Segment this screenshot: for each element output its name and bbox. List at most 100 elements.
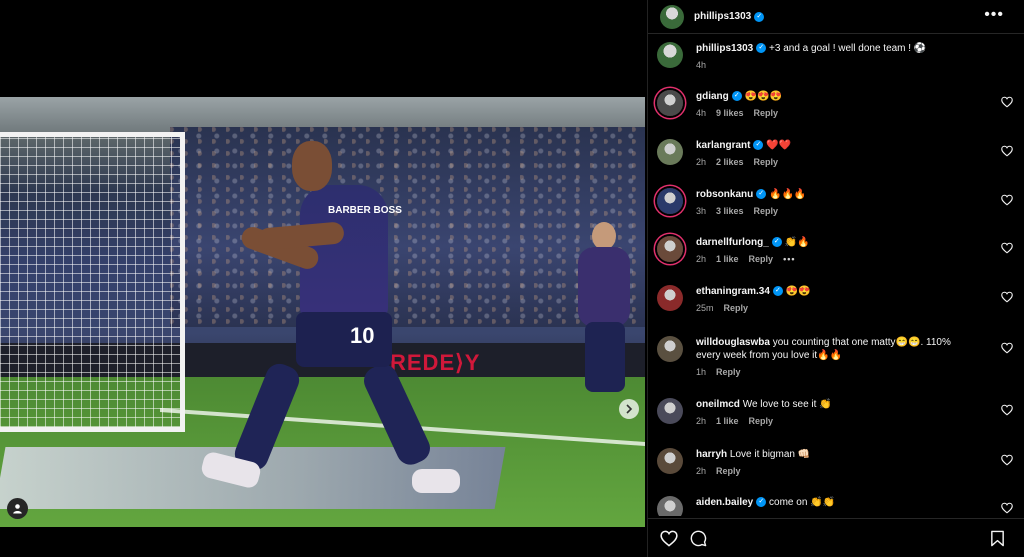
reply-button[interactable]: Reply [749, 416, 774, 426]
reply-button[interactable]: Reply [754, 157, 779, 167]
comment-text: 😍😍 [785, 286, 811, 297]
comment-likes[interactable]: 1 like [716, 416, 739, 426]
comment-time: 25m [696, 303, 714, 313]
player-shorts [296, 312, 392, 367]
comment-time: 2h [696, 254, 707, 264]
comment-time: 4h [696, 108, 707, 118]
comment-row: harryh Love it bigman 👊🏻 2h Reply [657, 448, 1017, 476]
heart-icon[interactable] [1001, 96, 1013, 108]
comment-time: 2h [696, 416, 707, 426]
heart-icon[interactable] [660, 530, 678, 547]
comment-row: gdiang ✓ 😍😍😍 4h 9 likes Reply [657, 90, 1017, 118]
comment-likes[interactable]: 1 like [716, 254, 739, 264]
comment-row: willdouglaswba you counting that one mat… [657, 336, 1017, 377]
more-options-icon[interactable]: ••• [984, 6, 1004, 24]
comment-likes[interactable]: 3 likes [716, 206, 744, 216]
avatar[interactable] [657, 42, 683, 68]
comments-pane: phillips1303 ✓ ••• phillips1303 ✓ +3 and … [647, 0, 1024, 557]
comment-text: ❤️❤️ [766, 140, 792, 151]
comment-username[interactable]: willdouglaswba [696, 337, 770, 348]
shirt-sponsor: BARBER BOSS [328, 205, 402, 216]
comment-username[interactable]: ethaningram.34 [696, 286, 770, 297]
comment-username[interactable]: aiden.bailey [696, 497, 753, 508]
heart-icon[interactable] [1001, 194, 1013, 206]
chevron-right-icon[interactable] [619, 399, 639, 419]
avatar[interactable] [657, 90, 683, 116]
comment-row: ethaningram.34 ✓ 😍😍 25m Reply [657, 285, 1017, 313]
comments-list[interactable]: phillips1303 ✓ +3 and a goal ! well done … [648, 38, 1024, 516]
author-username[interactable]: phillips1303 [694, 11, 751, 22]
heart-icon[interactable] [1001, 145, 1013, 157]
reply-button[interactable]: Reply [716, 466, 741, 476]
caption-time: 4h [696, 60, 707, 70]
verified-badge-icon: ✓ [771, 237, 782, 248]
verified-badge-icon: ✓ [753, 140, 764, 151]
reply-button[interactable]: Reply [749, 254, 774, 264]
heart-icon[interactable] [1001, 242, 1013, 254]
goal-net [0, 132, 185, 432]
player-head [292, 141, 332, 191]
comment-username[interactable]: oneilmcd [696, 399, 740, 410]
teammate-body [578, 247, 630, 327]
comment-username[interactable]: gdiang [696, 91, 729, 102]
bookmark-icon[interactable] [990, 530, 1005, 547]
avatar[interactable] [657, 448, 683, 474]
heart-icon[interactable] [1001, 291, 1013, 303]
avatar[interactable] [657, 336, 683, 362]
user-tag-icon[interactable] [7, 498, 28, 519]
heart-icon[interactable] [1001, 454, 1013, 466]
verified-badge-icon: ✓ [731, 91, 742, 102]
avatar[interactable] [657, 285, 683, 311]
comment-text: come on 👏👏 [769, 497, 836, 508]
verified-badge-icon: ✓ [756, 43, 767, 54]
comment-time: 2h [696, 157, 707, 167]
reply-button[interactable]: Reply [754, 206, 779, 216]
heart-icon[interactable] [1001, 404, 1013, 416]
comment-time: 2h [696, 466, 707, 476]
comment-row: darnellfurlong_ ✓ 👏🔥 2h 1 like Reply ••• [657, 236, 1017, 264]
caption-username[interactable]: phillips1303 [696, 43, 753, 54]
comment-row: aiden.bailey ✓ come on 👏👏 [657, 496, 1017, 516]
comment-time: 3h [696, 206, 707, 216]
reply-button[interactable]: Reply [716, 367, 741, 377]
shirt-number: 10 [350, 323, 375, 348]
comment-more-icon[interactable]: ••• [783, 254, 795, 264]
comment-username[interactable]: darnellfurlong_ [696, 237, 769, 248]
avatar[interactable] [657, 139, 683, 165]
caption: phillips1303 ✓ +3 and a goal ! well done … [657, 42, 1017, 70]
comment-text: 🔥🔥🔥 [769, 189, 807, 200]
comment-row: oneilmcd We love to see it 👏 2h 1 like Repl… [657, 398, 1017, 426]
comment-text: Love it bigman 👊🏻 [729, 449, 811, 460]
media-pane: REDE⟩Y 10 BARBER BOSS [0, 0, 647, 557]
reply-button[interactable]: Reply [724, 303, 749, 313]
comment-username[interactable]: robsonkanu [696, 189, 753, 200]
avatar[interactable] [657, 496, 683, 516]
comment-username[interactable]: harryh [696, 449, 727, 460]
player-boot-right [412, 469, 460, 493]
avatar[interactable] [657, 188, 683, 214]
avatar[interactable] [657, 236, 683, 262]
verified-badge-icon: ✓ [756, 189, 767, 200]
avatar[interactable] [657, 398, 683, 424]
post-header: phillips1303 ✓ ••• [648, 0, 1024, 34]
teammate-legs [585, 322, 625, 392]
comment-text: 👏🔥 [784, 237, 810, 248]
comment-row: robsonkanu ✓ 🔥🔥🔥 3h 3 likes Reply [657, 188, 1017, 216]
comment-likes[interactable]: 9 likes [716, 108, 744, 118]
teammate-head [592, 222, 616, 250]
avatar[interactable] [660, 4, 684, 29]
verified-badge-icon: ✓ [754, 11, 765, 22]
crowd [170, 127, 645, 327]
comment-username[interactable]: karlangrant [696, 140, 750, 151]
heart-icon[interactable] [1001, 502, 1013, 514]
comment-icon[interactable] [690, 530, 707, 547]
comment-likes[interactable]: 2 likes [716, 157, 744, 167]
ad-board-text: REDE⟩Y [390, 350, 481, 375]
comment-row: karlangrant ✓ ❤️❤️ 2h 2 likes Reply [657, 139, 1017, 167]
reply-button[interactable]: Reply [754, 108, 779, 118]
heart-icon[interactable] [1001, 342, 1013, 354]
comment-time: 1h [696, 367, 707, 377]
verified-badge-icon: ✓ [756, 497, 767, 508]
post-photo[interactable]: REDE⟩Y 10 BARBER BOSS [0, 97, 645, 527]
comment-text: We love to see it 👏 [742, 399, 832, 410]
